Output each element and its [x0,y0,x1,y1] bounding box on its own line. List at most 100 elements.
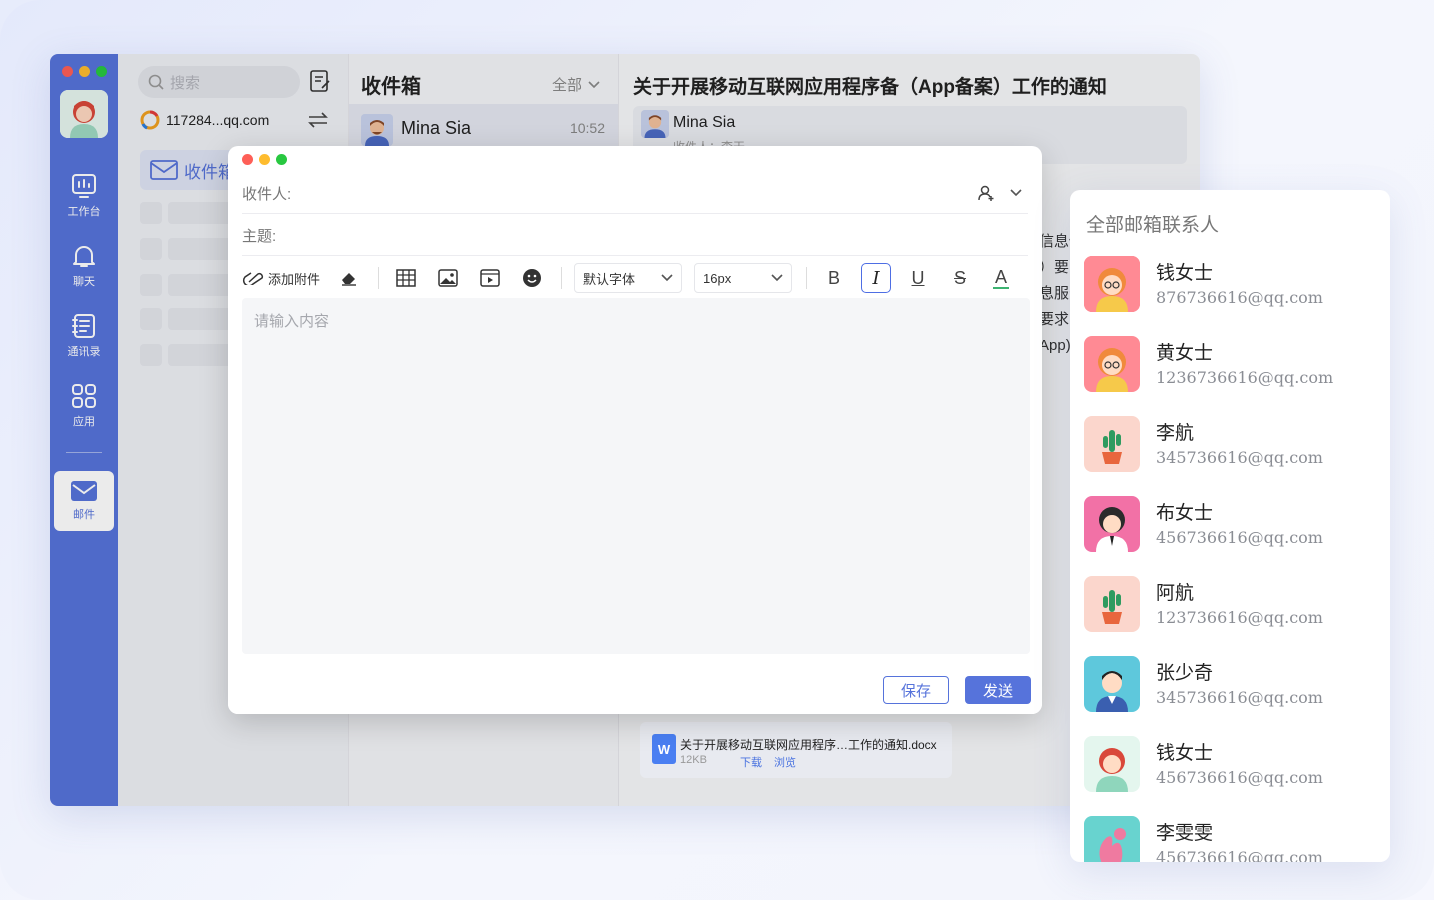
strikethrough-button[interactable]: S [945,263,975,293]
rail-item-apps[interactable]: 应用 [54,376,114,436]
contact-item[interactable]: 阿航 123736616@qq.com [1084,576,1384,636]
contact-avatar [1084,336,1140,392]
rail-item-contacts[interactable]: 通讯录 [54,306,114,366]
sender-name: Mina Sia [673,114,736,131]
user-avatar-icon [60,90,108,138]
contact-item[interactable]: 张少奇 345736616@qq.com [1084,656,1384,716]
send-button[interactable]: 发送 [965,676,1031,704]
chevron-down-icon [588,80,600,88]
search-input[interactable]: 搜索 [138,66,300,98]
add-attachment-label: 添加附件 [268,271,321,287]
filter-label: 全部 [551,77,582,94]
recipient-field[interactable]: 收件人: [242,174,1028,214]
subject-label: 主题: [242,228,277,245]
switch-account-icon[interactable] [308,112,328,128]
minimize-dialog-button[interactable] [259,154,270,165]
maximize-window-button[interactable] [96,66,107,77]
rail-divider [66,452,102,453]
user-avatar[interactable] [60,90,108,138]
account-email: 117284...qq.com [166,112,270,128]
list-filter-dropdown[interactable]: 全部 [552,74,600,95]
compose-footer: 保存 发送 [228,666,1042,714]
rail-item-label: 聊天 [73,276,95,288]
video-icon [480,269,500,287]
attachment-card[interactable]: W 关于开展移动互联网应用程序…工作的通知.docx 12KB 下载 浏览 [640,722,952,778]
insert-image-button[interactable] [433,263,463,293]
woman-glasses-avatar-icon [1084,336,1140,392]
table-icon [396,269,416,287]
woman-glasses-avatar-icon [1084,256,1140,312]
emoji-icon [523,269,542,287]
bold-button[interactable]: B [819,263,849,293]
contact-item[interactable]: 李雯雯 456736616@qq.com [1084,816,1384,862]
woman-dark-hair-avatar-icon [1084,496,1140,552]
attachment-name: 关于开展移动互联网应用程序…工作的通知.docx [680,738,937,752]
close-window-button[interactable] [62,66,73,77]
contact-item[interactable]: 钱女士 456736616@qq.com [1084,736,1384,796]
folder-placeholder [140,202,162,224]
insert-video-button[interactable] [475,263,505,293]
bell-icon [73,246,95,267]
contact-email: 876736616@qq.com [1156,288,1323,307]
contact-avatar [1084,816,1140,862]
compose-mail-icon[interactable] [308,69,332,93]
word-document-icon: W [652,734,676,764]
image-icon [438,269,458,287]
account-switcher[interactable]: 117284...qq.com [140,110,269,130]
rail-item-mail[interactable]: 邮件 [54,471,114,531]
attachment-preview-link[interactable]: 浏览 [774,754,796,770]
contact-item[interactable]: 布女士 456736616@qq.com [1084,496,1384,556]
underline-button[interactable]: U [903,263,933,293]
contact-item[interactable]: 李航 345736616@qq.com [1084,416,1384,476]
font-family-value: 默认字体 [583,271,636,287]
contact-avatar [1084,256,1140,312]
contacts-panel: 全部邮箱联系人 钱女士 876736616@qq.com 黄女士 1236736… [1070,190,1390,862]
contacts-book-icon [72,314,95,338]
mail-icon [71,481,97,501]
left-navigation-rail: 工作台 聊天 通讯录 应用 邮件 [50,54,118,806]
inbox-envelope-icon [150,160,178,180]
contact-avatar [1084,656,1140,712]
minimize-window-button[interactable] [79,66,90,77]
squirrel-avatar-icon [1084,816,1140,862]
text-color-button[interactable]: A [993,267,1010,289]
maximize-dialog-button[interactable] [276,154,287,165]
contact-item[interactable]: 黄女士 1236736616@qq.com [1084,336,1384,396]
font-family-select[interactable]: 默认字体 [574,263,683,293]
window-controls [62,66,107,77]
contact-email: 1236736616@qq.com [1156,368,1334,387]
contact-name: 李雯雯 [1156,823,1214,844]
rail-item-label: 应用 [73,416,95,428]
rail-item-workbench[interactable]: 工作台 [54,166,114,226]
rail-item-label: 邮件 [73,509,95,521]
man-suit-avatar-icon [1084,656,1140,712]
recipient-label: 收件人: [242,186,292,203]
chevron-down-icon[interactable] [1010,189,1022,197]
attachment-download-link[interactable]: 下载 [740,754,762,770]
paperclip-icon [242,272,264,285]
contact-email: 456736616@qq.com [1156,848,1323,862]
contact-email: 345736616@qq.com [1156,448,1323,467]
contact-avatar [1084,576,1140,632]
font-size-select[interactable]: 16px [694,263,793,293]
rail-item-chat[interactable]: 聊天 [54,236,114,296]
add-attachment-button[interactable]: 添加附件 [242,263,320,293]
clear-format-button[interactable] [334,263,364,293]
subject-field[interactable]: 主题: [242,216,1028,256]
contact-name: 阿航 [1156,583,1195,604]
message-body-editor[interactable]: 请输入内容 [242,298,1030,654]
close-dialog-button[interactable] [242,154,253,165]
insert-table-button[interactable] [391,263,421,293]
recipient-actions [978,184,1022,202]
message-time: 10:52 [569,120,605,136]
save-draft-button[interactable]: 保存 [883,676,949,704]
contact-email: 456736616@qq.com [1156,768,1323,787]
attachment-size: 12KB [680,754,707,766]
contact-item[interactable]: 钱女士 876736616@qq.com [1084,256,1384,316]
add-contact-icon[interactable] [978,184,996,202]
toolbar-divider [561,267,563,289]
woman-red-hair-avatar-icon [1084,736,1140,792]
insert-emoji-button[interactable] [517,263,547,293]
contact-name: 黄女士 [1156,343,1214,364]
italic-button[interactable]: I [861,263,892,293]
